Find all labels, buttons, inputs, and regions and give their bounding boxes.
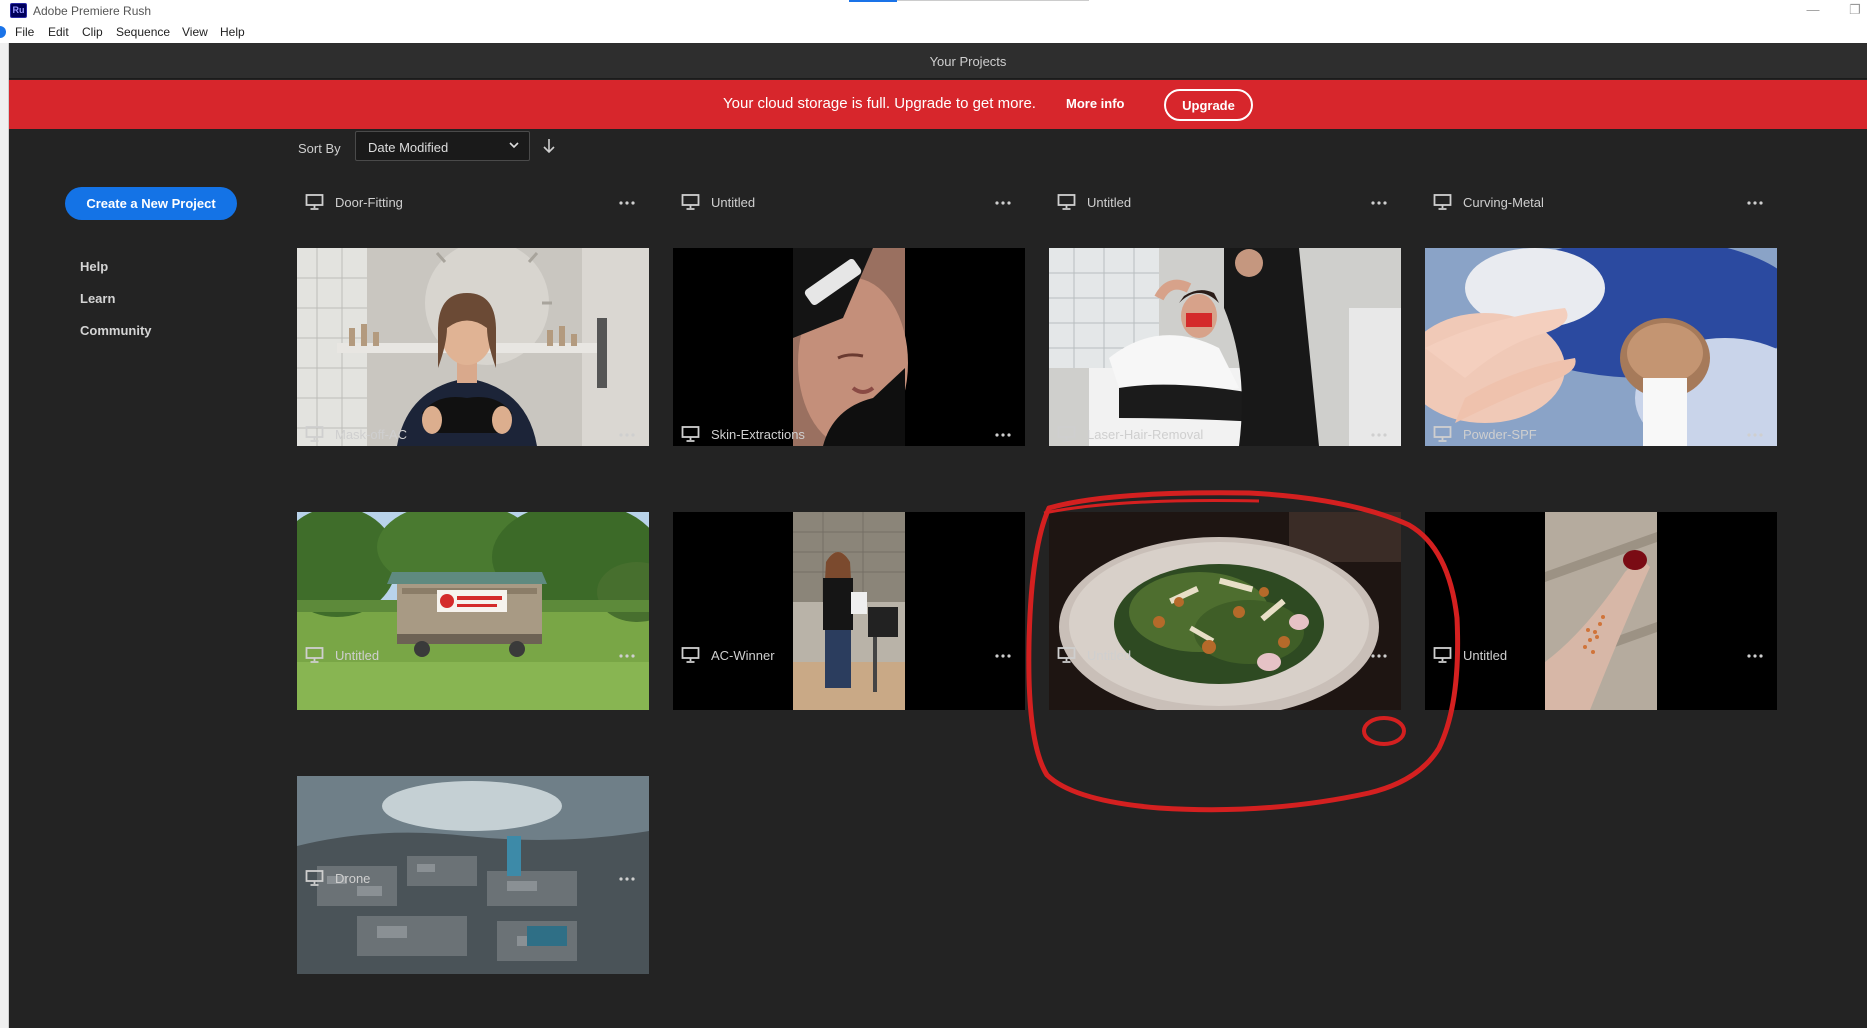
menu-file[interactable]: File — [15, 25, 34, 39]
project-card-header[interactable]: Untitled — [1050, 193, 1402, 213]
restore-icon[interactable]: ❐ — [1845, 2, 1865, 18]
sort-dropdown[interactable]: Date Modified — [355, 131, 530, 161]
project-title: Skin-Extractions — [711, 427, 805, 442]
projects-screen: Your Projects Your cloud storage is full… — [9, 43, 1867, 1028]
monitor-icon — [681, 194, 700, 210]
monitor-icon — [1433, 647, 1452, 663]
project-thumbnail-skin-extractions[interactable] — [673, 248, 1025, 446]
left-window-strip — [0, 43, 9, 1028]
more-options-icon[interactable] — [1370, 649, 1388, 663]
more-options-icon[interactable] — [994, 649, 1012, 663]
monitor-icon — [1057, 194, 1076, 210]
project-card-header[interactable]: Untitled — [1426, 646, 1778, 666]
window-titlebar: Ru Adobe Premiere Rush — ❐ — [0, 0, 1867, 22]
menu-view[interactable]: View — [182, 25, 208, 39]
monitor-icon — [1433, 194, 1452, 210]
monitor-icon — [305, 194, 324, 210]
monitor-icon — [681, 647, 700, 663]
menu-edit[interactable]: Edit — [48, 25, 69, 39]
edge-badge-icon — [0, 26, 6, 38]
project-title: Untitled — [1463, 648, 1508, 663]
storage-full-banner: Your cloud storage is full. Upgrade to g… — [9, 80, 1867, 129]
sidebar-link-community[interactable]: Community — [80, 323, 152, 338]
project-thumbnail-salad[interactable] — [1049, 512, 1401, 710]
project-card-header[interactable]: Drone — [298, 869, 650, 889]
project-title: Mask-off-AC — [335, 427, 407, 442]
project-card-header[interactable]: Untitled — [1050, 646, 1402, 666]
project-card-header[interactable]: Laser-Hair-Removal — [1050, 425, 1402, 445]
window-title: Adobe Premiere Rush — [33, 4, 152, 18]
project-title: Untitled — [335, 648, 380, 663]
project-thumbnail-laser-hair[interactable] — [1049, 248, 1401, 446]
title-tab-indicator — [849, 0, 1089, 2]
more-info-link[interactable]: More info — [1066, 96, 1125, 111]
more-options-icon[interactable] — [618, 872, 636, 886]
project-card-header[interactable]: AC-Winner — [674, 646, 1026, 666]
project-thumbnail-farm-stand[interactable] — [297, 512, 649, 710]
chevron-down-icon — [509, 142, 519, 149]
monitor-icon — [305, 426, 324, 442]
project-card-header[interactable]: Skin-Extractions — [674, 425, 1026, 445]
project-title: Drone — [335, 871, 371, 886]
more-options-icon[interactable] — [994, 196, 1012, 210]
project-card-header[interactable]: Door-Fitting — [298, 193, 650, 213]
minimize-icon[interactable]: — — [1803, 2, 1823, 18]
monitor-icon — [305, 870, 324, 886]
monitor-icon — [1433, 426, 1452, 442]
monitor-icon — [1057, 426, 1076, 442]
more-options-icon[interactable] — [618, 649, 636, 663]
more-options-icon[interactable] — [994, 428, 1012, 442]
project-card-header[interactable]: Untitled — [298, 646, 650, 666]
menu-clip[interactable]: Clip — [82, 25, 103, 39]
menu-bar: File Edit Clip Sequence View Help — [0, 22, 1867, 43]
project-card-header[interactable]: Curving-Metal — [1426, 193, 1778, 213]
create-new-project-button[interactable]: Create a New Project — [65, 187, 237, 220]
project-thumbnail-mask-off[interactable] — [297, 248, 649, 446]
project-title: Untitled — [1087, 195, 1132, 210]
monitor-icon — [305, 647, 324, 663]
arrow-down-icon[interactable] — [541, 137, 557, 155]
more-options-icon[interactable] — [618, 196, 636, 210]
header-bar: Your Projects — [9, 43, 1867, 79]
monitor-icon — [681, 426, 700, 442]
monitor-icon — [1057, 647, 1076, 663]
project-thumbnail-glitter-arm[interactable] — [1425, 512, 1777, 710]
sort-dropdown-value: Date Modified — [368, 140, 449, 155]
project-thumbnail-powder-spf[interactable] — [1425, 248, 1777, 446]
project-title: Untitled — [1087, 648, 1132, 663]
more-options-icon[interactable] — [1370, 428, 1388, 442]
app-logo-icon: Ru — [10, 3, 27, 18]
page-title: Your Projects — [929, 54, 1007, 69]
sort-by-label: Sort By — [298, 141, 341, 156]
project-card-header[interactable]: Powder-SPF — [1426, 425, 1778, 445]
project-thumbnail-ac-winner[interactable] — [673, 512, 1025, 710]
more-options-icon[interactable] — [1746, 196, 1764, 210]
more-options-icon[interactable] — [1746, 428, 1764, 442]
project-title: Powder-SPF — [1463, 427, 1537, 442]
sidebar-link-help[interactable]: Help — [80, 259, 108, 274]
project-title: Curving-Metal — [1463, 195, 1544, 210]
project-title: AC-Winner — [711, 648, 775, 663]
project-title: Door-Fitting — [335, 195, 403, 210]
more-options-icon[interactable] — [618, 428, 636, 442]
upgrade-button[interactable]: Upgrade — [1164, 89, 1253, 121]
banner-message: Your cloud storage is full. Upgrade to g… — [723, 95, 1036, 112]
project-card-header[interactable]: Untitled — [674, 193, 1026, 213]
project-card-header[interactable]: Mask-off-AC — [298, 425, 650, 445]
sidebar-link-learn[interactable]: Learn — [80, 291, 115, 306]
menu-help[interactable]: Help — [220, 25, 245, 39]
more-options-icon[interactable] — [1746, 649, 1764, 663]
menu-sequence[interactable]: Sequence — [116, 25, 170, 39]
project-title: Untitled — [711, 195, 756, 210]
more-options-icon[interactable] — [1370, 196, 1388, 210]
project-title: Laser-Hair-Removal — [1087, 427, 1204, 442]
